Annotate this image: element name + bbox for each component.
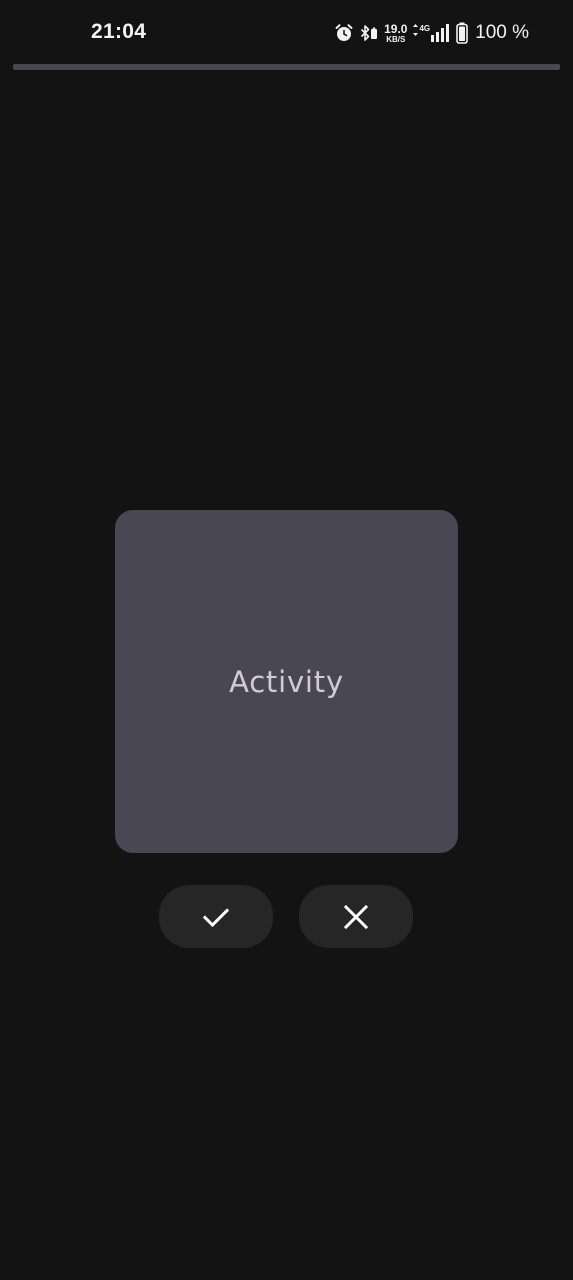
mobile-network: 4G [412, 23, 451, 43]
check-icon [202, 907, 230, 927]
network-speed: 19.0 KB/S [384, 23, 407, 44]
network-type-label: 4G [419, 24, 431, 33]
activity-card[interactable]: Activity [115, 510, 458, 853]
signal-icon [431, 24, 450, 42]
bluetooth-battery-icon [359, 23, 379, 43]
activity-label: Activity [229, 664, 344, 699]
alarm-icon [334, 23, 354, 43]
status-clock: 21:04 [91, 20, 147, 43]
status-bar: 21:04 19.0 KB/S 4G 100 % [0, 0, 573, 64]
close-icon [343, 904, 369, 929]
progress-bar [13, 64, 560, 70]
data-arrows-icon [413, 24, 419, 36]
network-speed-value: 19.0 [384, 21, 408, 36]
battery-icon [456, 22, 468, 44]
cancel-button[interactable] [299, 885, 413, 948]
network-speed-unit: KB/S [386, 34, 406, 44]
status-icons: 19.0 KB/S 4G 100 % [334, 20, 529, 46]
battery-percentage: 100 % [475, 22, 529, 43]
confirm-button[interactable] [159, 885, 273, 948]
